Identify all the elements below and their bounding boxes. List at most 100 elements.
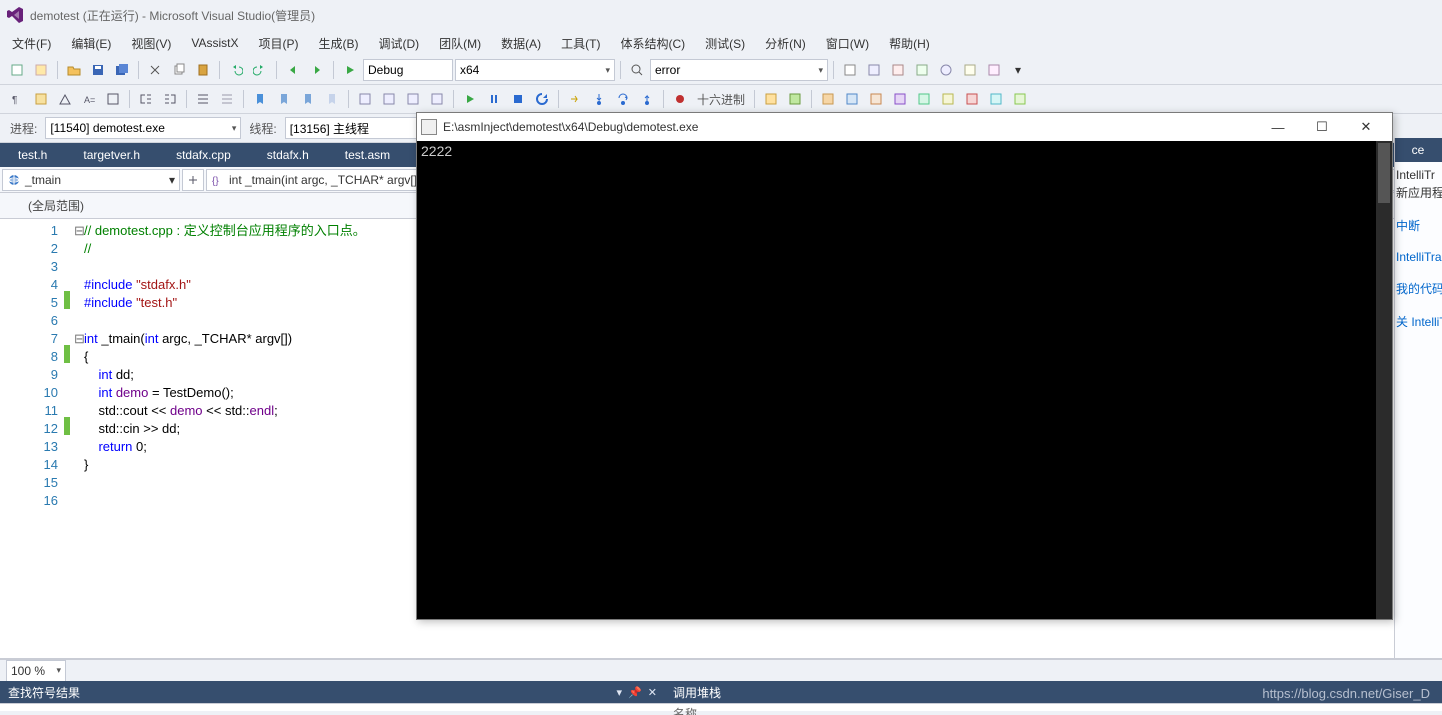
open-button[interactable] [63, 59, 85, 81]
save-button[interactable] [87, 59, 109, 81]
copy-button[interactable] [168, 59, 190, 81]
solution-explorer-button[interactable] [839, 59, 861, 81]
zoom-dropdown[interactable]: 100 % ▾ [6, 660, 66, 682]
menu-item[interactable]: VAssistX [181, 32, 248, 54]
console-titlebar[interactable]: E:\asmInject\demotest\x64\Debug\demotest… [417, 113, 1392, 141]
uncomment-button[interactable] [216, 88, 238, 110]
toggle-ws-button[interactable]: ¶ [6, 88, 28, 110]
breakpoints-window-button[interactable] [669, 88, 691, 110]
platform-value[interactable] [460, 61, 601, 79]
restart-button[interactable] [531, 88, 553, 110]
menu-item[interactable]: 帮助(H) [879, 31, 940, 56]
paste-button[interactable] [192, 59, 214, 81]
thread-value[interactable] [290, 119, 421, 137]
save-all-button[interactable] [111, 59, 133, 81]
file-tab[interactable]: test.h [0, 143, 65, 167]
scope-dropdown[interactable]: _tmain ▾ [2, 169, 180, 191]
redo-button[interactable] [249, 59, 271, 81]
step-out-button[interactable] [636, 88, 658, 110]
close-button[interactable]: ✕ [1344, 113, 1388, 141]
menu-item[interactable]: 项目(P) [248, 31, 308, 56]
va-btn-1[interactable] [30, 88, 52, 110]
win-2[interactable] [841, 88, 863, 110]
platform-dropdown[interactable]: ▾ [455, 59, 615, 81]
bookmark-next-button[interactable] [297, 88, 319, 110]
menu-item[interactable]: 分析(N) [755, 31, 816, 56]
outdent-button[interactable] [135, 88, 157, 110]
menu-item[interactable]: 生成(B) [308, 31, 368, 56]
step-over-button[interactable] [612, 88, 634, 110]
tool-b[interactable] [784, 88, 806, 110]
console-window[interactable]: E:\asmInject\demotest\x64\Debug\demotest… [416, 112, 1393, 620]
misc-3[interactable] [402, 88, 424, 110]
nav-fwd-button[interactable] [306, 59, 328, 81]
maximize-button[interactable]: ☐ [1300, 113, 1344, 141]
file-tab[interactable]: targetver.h [65, 143, 158, 167]
win-4[interactable] [889, 88, 911, 110]
file-tab[interactable]: stdafx.h [249, 143, 327, 167]
pause-button[interactable] [483, 88, 505, 110]
scrollbar-thumb[interactable] [1378, 143, 1390, 203]
find-symbol-results-header[interactable]: 查找符号结果 ▾ 📌 ✕ [0, 681, 665, 703]
win-6[interactable] [937, 88, 959, 110]
console-scrollbar[interactable] [1376, 141, 1392, 619]
add-item-button[interactable] [30, 59, 52, 81]
menu-item[interactable]: 团队(M) [429, 31, 491, 56]
find-combo[interactable]: ▾ [650, 59, 828, 81]
menu-item[interactable]: 调试(D) [368, 31, 429, 56]
minimize-button[interactable]: — [1256, 113, 1300, 141]
start-page-button[interactable] [959, 59, 981, 81]
object-browser-button[interactable] [935, 59, 957, 81]
va-btn-4[interactable] [102, 88, 124, 110]
menu-item[interactable]: 测试(S) [695, 31, 755, 56]
win-1[interactable] [817, 88, 839, 110]
continue-button[interactable] [459, 88, 481, 110]
show-next-statement-button[interactable] [564, 88, 586, 110]
menu-item[interactable]: 数据(A) [491, 31, 551, 56]
class-view-button[interactable] [911, 59, 933, 81]
cut-button[interactable] [144, 59, 166, 81]
intellitrace-header[interactable]: ce [1394, 138, 1442, 162]
win-3[interactable] [865, 88, 887, 110]
new-project-button[interactable] [6, 59, 28, 81]
pin-icon[interactable]: 📌 [628, 686, 642, 699]
find-button[interactable] [626, 59, 648, 81]
bookmark-clear-button[interactable] [321, 88, 343, 110]
va-btn-3[interactable]: A= [78, 88, 100, 110]
file-tab[interactable]: test.asm [327, 143, 408, 167]
extension-button[interactable] [983, 59, 1005, 81]
intellitrace-line[interactable]: IntelliTrace [1396, 250, 1440, 264]
start-debug-button[interactable] [339, 59, 361, 81]
process-dropdown[interactable]: ▾ [45, 117, 241, 139]
menu-item[interactable]: 视图(V) [121, 31, 181, 56]
intellitrace-line[interactable]: 中断 [1396, 217, 1440, 234]
menu-item[interactable]: 工具(T) [551, 31, 610, 56]
win-7[interactable] [961, 88, 983, 110]
misc-1[interactable] [354, 88, 376, 110]
close-icon[interactable]: ✕ [648, 686, 657, 699]
tool-a[interactable] [760, 88, 782, 110]
win-8[interactable] [985, 88, 1007, 110]
intellitrace-line[interactable]: 我的代码 [1396, 280, 1440, 297]
sync-button[interactable] [182, 169, 204, 191]
va-btn-2[interactable] [54, 88, 76, 110]
process-value[interactable] [50, 119, 227, 137]
call-stack-header[interactable]: 调用堆栈 [665, 681, 1442, 703]
file-tab[interactable]: stdafx.cpp [158, 143, 249, 167]
stop-button[interactable] [507, 88, 529, 110]
win-5[interactable] [913, 88, 935, 110]
undo-button[interactable] [225, 59, 247, 81]
step-into-button[interactable] [588, 88, 610, 110]
find-input[interactable] [655, 61, 814, 79]
nav-back-button[interactable] [282, 59, 304, 81]
bookmark-button[interactable] [249, 88, 271, 110]
menu-item[interactable]: 体系结构(C) [610, 31, 695, 56]
menu-item[interactable]: 编辑(E) [61, 31, 121, 56]
misc-4[interactable] [426, 88, 448, 110]
toolbox-button[interactable] [887, 59, 909, 81]
thread-dropdown[interactable]: ▾ [285, 117, 435, 139]
indent-button[interactable] [159, 88, 181, 110]
menu-item[interactable]: 文件(F) [2, 31, 61, 56]
console-body[interactable]: 2222 [417, 141, 1392, 619]
properties-button[interactable] [863, 59, 885, 81]
